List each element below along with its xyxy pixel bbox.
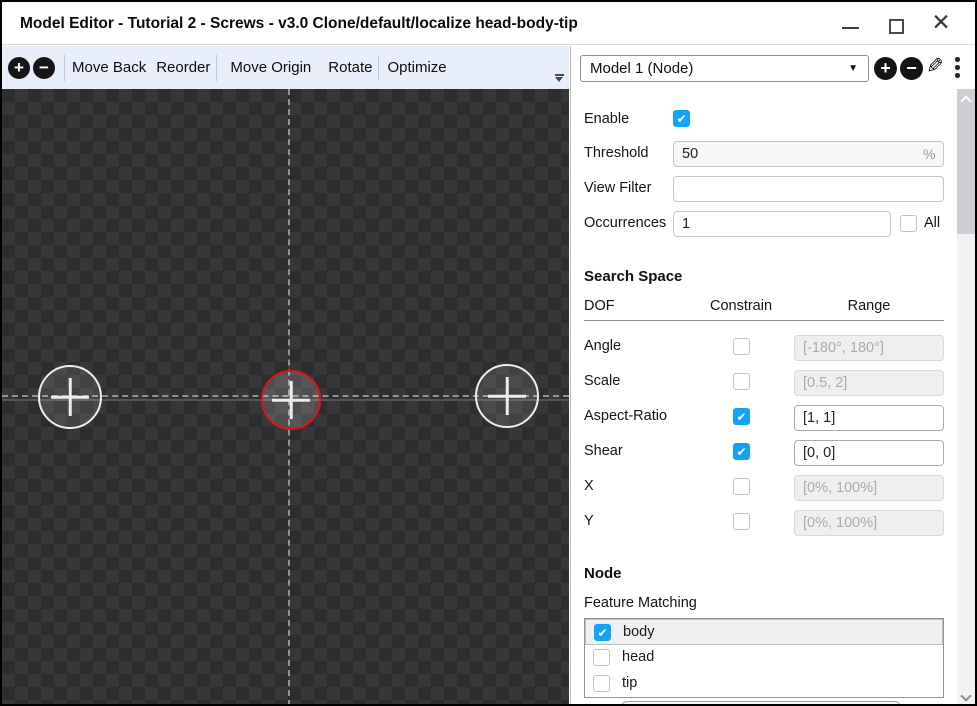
dof-label-aspect-ratio: Aspect-Ratio: [584, 408, 667, 424]
panel-scrollbar[interactable]: [957, 89, 975, 706]
properties-panel: Model 1 (Node) ▼ + − ✎ Enable Threshold …: [571, 46, 975, 706]
optimize-button[interactable]: Optimize: [387, 59, 446, 76]
model-canvas[interactable]: [2, 89, 569, 706]
minimize-button[interactable]: [834, 2, 868, 45]
range-input-x[interactable]: [794, 475, 944, 501]
dof-label-shear: Shear: [584, 443, 623, 459]
constrain-checkbox-angle[interactable]: [733, 338, 750, 355]
range-input-scale[interactable]: [794, 370, 944, 396]
column-header-constrain: Constrain: [691, 298, 791, 314]
window-title: Model Editor - Tutorial 2 - Screws - v3.…: [20, 2, 578, 45]
more-options-button[interactable]: [955, 57, 960, 81]
model-select[interactable]: Model 1 (Node) ▼: [580, 55, 869, 82]
constrain-checkbox-scale[interactable]: [733, 373, 750, 390]
reorder-button[interactable]: Reorder: [156, 59, 210, 76]
column-header-dof: DOF: [584, 298, 615, 314]
list-item-tip[interactable]: tip: [585, 671, 943, 697]
clipped-control: [621, 701, 901, 706]
canvas-toolbar: + − Move Back Reorder Move Origin Rotate…: [2, 46, 569, 89]
toolbar-separator: [378, 55, 379, 81]
threshold-unit: %: [923, 146, 935, 162]
model-select-value: Model 1 (Node): [590, 60, 693, 77]
model-node-right[interactable]: [475, 364, 539, 428]
constrain-checkbox-shear[interactable]: [733, 443, 750, 460]
move-back-button[interactable]: Move Back: [72, 59, 146, 76]
feature-label: body: [623, 624, 654, 640]
range-input-shear[interactable]: [794, 440, 944, 466]
feature-matching-list: body head tip: [584, 618, 944, 698]
overflow-icon: [555, 74, 564, 76]
feature-label: head: [622, 649, 654, 665]
occurrences-input[interactable]: [673, 211, 891, 237]
model-node-left[interactable]: [38, 365, 102, 429]
dof-label-y: Y: [584, 513, 594, 529]
list-item-head[interactable]: head: [585, 645, 943, 671]
search-space-title: Search Space: [584, 268, 682, 285]
model-node-selected[interactable]: [261, 370, 321, 430]
edit-pencil-icon[interactable]: ✎: [926, 54, 944, 79]
threshold-label: Threshold: [584, 145, 648, 161]
all-label: All: [924, 215, 940, 231]
crosshair-icon: [290, 381, 293, 419]
feature-checkbox-tip[interactable]: [593, 675, 610, 692]
column-header-range: Range: [794, 298, 944, 314]
range-input-aspect-ratio[interactable]: [794, 405, 944, 431]
list-item-body[interactable]: body: [585, 619, 943, 645]
constrain-checkbox-x[interactable]: [733, 478, 750, 495]
constrain-checkbox-aspect-ratio[interactable]: [733, 408, 750, 425]
move-origin-button[interactable]: Move Origin: [230, 59, 311, 76]
constrain-checkbox-y[interactable]: [733, 513, 750, 530]
feature-checkbox-body[interactable]: [594, 624, 611, 641]
maximize-button[interactable]: [880, 2, 914, 45]
remove-model-button[interactable]: −: [900, 57, 923, 80]
enable-label: Enable: [584, 111, 629, 127]
toolbar-separator: [64, 55, 65, 81]
dof-label-angle: Angle: [584, 338, 621, 354]
overflow-icon: [555, 77, 563, 82]
crosshair-icon: [69, 378, 72, 416]
threshold-input[interactable]: [673, 141, 944, 167]
enable-checkbox[interactable]: [673, 110, 690, 127]
range-input-y[interactable]: [794, 510, 944, 536]
zoom-out-button[interactable]: −: [33, 57, 55, 79]
crosshair-icon: [506, 377, 509, 415]
feature-checkbox-head[interactable]: [593, 649, 610, 666]
toolbar-overflow-button[interactable]: [554, 74, 564, 82]
scrollbar-thumb[interactable]: [957, 89, 975, 234]
view-filter-input[interactable]: [673, 176, 944, 202]
header-underline: [584, 320, 944, 321]
feature-matching-label: Feature Matching: [584, 595, 697, 611]
feature-label: tip: [622, 675, 637, 691]
dof-label-x: X: [584, 478, 594, 494]
dof-label-scale: Scale: [584, 373, 620, 389]
model-editor-window: Model Editor - Tutorial 2 - Screws - v3.…: [0, 0, 977, 706]
zoom-in-button[interactable]: +: [8, 57, 30, 79]
maximize-icon: [889, 19, 904, 34]
all-checkbox[interactable]: [900, 215, 917, 232]
toolbar-separator: [216, 55, 217, 81]
add-model-button[interactable]: +: [874, 57, 897, 80]
node-section-title: Node: [584, 565, 622, 582]
minimize-icon: [842, 27, 859, 29]
title-bar: Model Editor - Tutorial 2 - Screws - v3.…: [2, 2, 975, 45]
chevron-down-icon: ▼: [848, 56, 858, 81]
close-button[interactable]: ✕: [924, 2, 958, 45]
range-input-angle[interactable]: [794, 335, 944, 361]
rotate-button[interactable]: Rotate: [328, 59, 372, 76]
scroll-down-icon[interactable]: [960, 690, 971, 701]
occurrences-label: Occurrences: [584, 215, 666, 231]
view-filter-label: View Filter: [584, 180, 651, 196]
